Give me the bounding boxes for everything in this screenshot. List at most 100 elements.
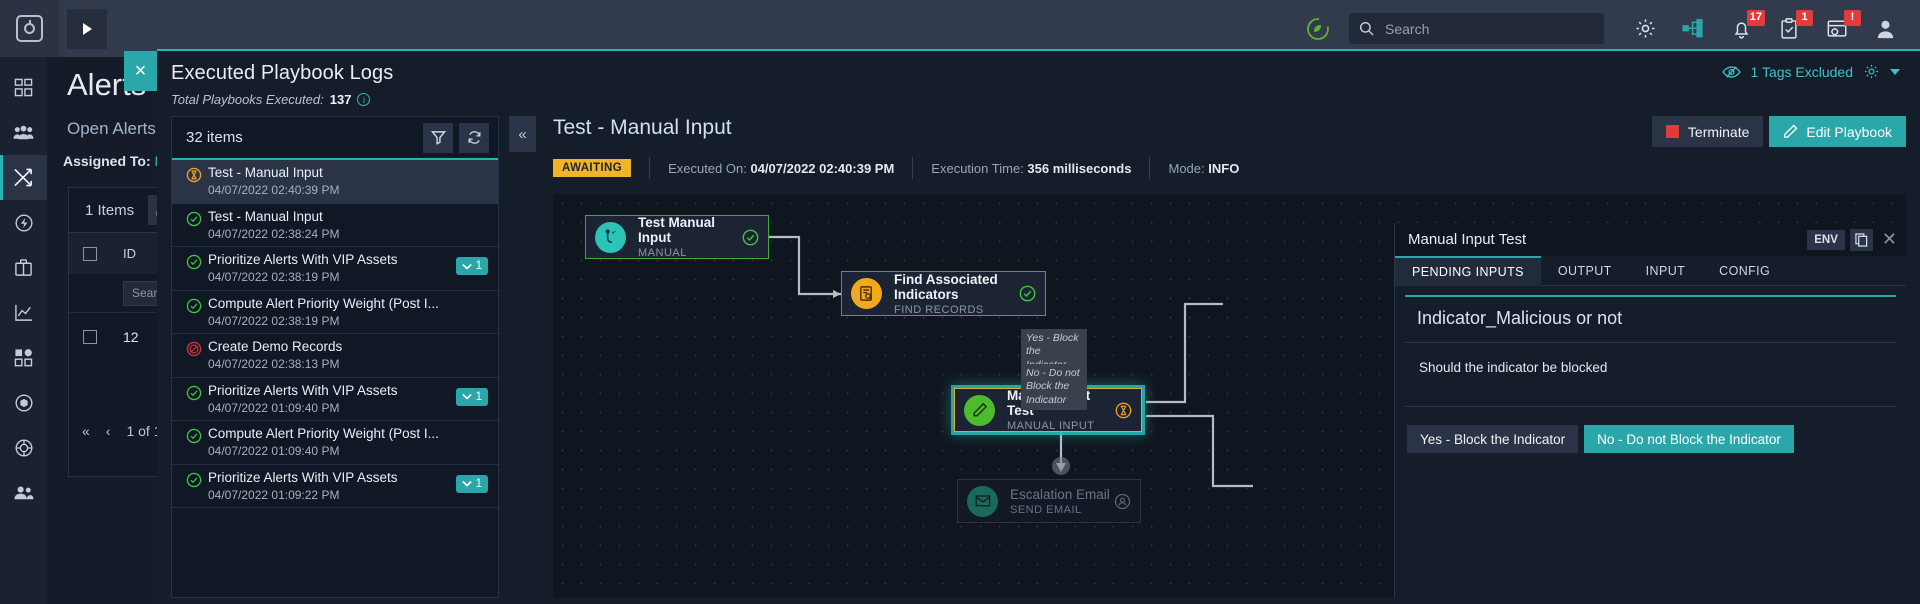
sidebar-item-threat-intel[interactable] <box>0 380 47 425</box>
tab-output[interactable]: OUTPUT <box>1541 256 1629 286</box>
success-status-icon <box>742 229 759 246</box>
list-item[interactable]: Prioritize Alerts With VIP Assets04/07/2… <box>172 247 498 291</box>
search-box[interactable] <box>1349 13 1604 44</box>
list-item[interactable]: Compute Alert Priority Weight (Post I...… <box>172 291 498 335</box>
list-item-status-icon <box>186 339 208 362</box>
dashboard-grid-icon <box>14 78 33 97</box>
list-item[interactable]: Test - Manual Input 04/07/2022 02:40:39 P… <box>172 160 498 204</box>
list-refresh-button[interactable] <box>459 123 489 153</box>
flow-node-test-manual-input[interactable]: Test Manual Input MANUAL <box>585 215 769 259</box>
clipboard-badge: 1 <box>1796 10 1813 26</box>
expand-arrow-icon[interactable] <box>67 9 107 49</box>
select-all-checkbox[interactable] <box>83 247 97 261</box>
sitemap-icon[interactable] <box>1680 16 1706 42</box>
info-icon[interactable]: i <box>357 93 370 106</box>
sidebar-item-playbooks[interactable] <box>0 155 47 200</box>
list-item-body: Test - Manual Input04/07/2022 02:38:24 P… <box>208 209 488 241</box>
pending-input-option-0[interactable]: Yes - Block the Indicator <box>1407 425 1578 453</box>
sidebar-item-cases[interactable] <box>0 245 47 290</box>
server-settings-icon[interactable]: ! <box>1824 16 1850 42</box>
chevron-down-icon <box>462 393 472 400</box>
list-item-body: Prioritize Alerts With VIP Assets04/07/2… <box>208 383 456 415</box>
failed-status-icon <box>186 341 202 357</box>
alerts-pagination: « ‹ 1 of 1 <box>68 423 162 439</box>
list-item-count-badge[interactable]: 1 <box>456 475 488 493</box>
pending-input-tabs[interactable]: PENDING INPUTSOUTPUTINPUTCONFIG <box>1395 256 1906 286</box>
list-item-status-icon <box>186 252 208 275</box>
list-item-status-icon <box>186 296 208 319</box>
copy-icon <box>1855 233 1868 247</box>
list-item-title: Test - Manual Input <box>208 165 444 180</box>
tab-config[interactable]: CONFIG <box>1702 256 1787 286</box>
list-item-date: 04/07/2022 01:09:40 PM <box>208 401 456 415</box>
close-icon[interactable]: ✕ <box>1882 229 1897 250</box>
execution-mode: Mode: INFO <box>1168 161 1239 176</box>
tags-excluded-control[interactable]: 1 Tags Excluded <box>1722 63 1900 80</box>
sidebar-item-dashboard[interactable] <box>0 65 47 110</box>
sidebar-item-users[interactable] <box>0 470 47 515</box>
hexagon-shield-icon <box>14 393 34 413</box>
sidebar-item-modules[interactable] <box>0 335 47 380</box>
list-item-date: 04/07/2022 02:40:39 PM <box>208 183 488 197</box>
total-value: 137 <box>330 92 352 107</box>
pager-prev-button[interactable]: ‹ <box>106 423 111 439</box>
chevron-down-icon <box>462 263 472 270</box>
collapse-left-icon[interactable]: « <box>509 116 536 152</box>
sidebar-item-automation[interactable] <box>0 200 47 245</box>
sidebar-item-connectors[interactable] <box>0 425 47 470</box>
app-root: 17 1 ! <box>0 0 1920 604</box>
list-item-count-badge[interactable]: 1 <box>456 388 488 406</box>
edit-playbook-button[interactable]: Edit Playbook <box>1769 116 1906 147</box>
list-item-date: 04/07/2022 01:09:22 PM <box>208 488 456 502</box>
executed-logs-list[interactable]: Test - Manual Input 04/07/2022 02:40:39 P… <box>172 158 498 599</box>
blocks-icon <box>14 348 33 367</box>
list-item-date: 04/07/2022 02:38:24 PM <box>208 227 488 241</box>
list-item-status-icon <box>186 426 208 449</box>
chevron-down-icon[interactable] <box>1890 69 1900 75</box>
clipboard-check-icon[interactable]: 1 <box>1776 16 1802 42</box>
pencil-icon <box>1783 124 1798 139</box>
user-avatar-icon[interactable] <box>1872 16 1898 42</box>
people-group-icon <box>13 125 34 141</box>
sidebar-item-teams[interactable] <box>0 110 47 155</box>
executed-logs-list-panel: 32 items Test - Manual Input <box>171 116 499 598</box>
gear-icon[interactable] <box>1632 16 1658 42</box>
flow-node-escalation-email[interactable]: Escalation Email SEND EMAIL <box>957 479 1141 523</box>
list-item[interactable]: Create Demo Records04/07/2022 02:38:13 P… <box>172 334 498 378</box>
shuffle-arrows-icon <box>13 167 34 188</box>
close-icon[interactable]: × <box>124 51 157 91</box>
lightning-bolt-icon <box>14 213 34 233</box>
list-item[interactable]: Compute Alert Priority Weight (Post I...… <box>172 421 498 465</box>
search-input[interactable] <box>1385 21 1585 37</box>
bell-icon[interactable]: 17 <box>1728 16 1754 42</box>
node-subtitle: MANUAL <box>638 247 742 259</box>
briefcase-icon <box>14 258 33 277</box>
list-item-count-badge[interactable]: 1 <box>456 257 488 275</box>
brand-logo-cell[interactable] <box>0 0 59 57</box>
list-item-status-icon <box>186 165 208 188</box>
list-item-body: Prioritize Alerts With VIP Assets04/07/2… <box>208 252 456 284</box>
pager-first-button[interactable]: « <box>82 423 90 439</box>
pending-input-option-1[interactable]: No - Do not Block the Indicator <box>1584 425 1794 453</box>
tab-input[interactable]: INPUT <box>1629 256 1703 286</box>
playbook-detail: « Test - Manual Input AWAITING Executed … <box>509 116 1906 598</box>
filter-button[interactable] <box>423 123 453 153</box>
list-item[interactable]: Prioritize Alerts With VIP Assets04/07/2… <box>172 378 498 422</box>
pending-input-options[interactable]: Yes - Block the IndicatorNo - Do not Blo… <box>1395 407 1906 453</box>
gear-icon[interactable] <box>1863 63 1880 80</box>
refresh-icon <box>467 130 482 145</box>
list-item[interactable]: Prioritize Alerts With VIP Assets04/07/2… <box>172 465 498 509</box>
node-title: Find Associated Indicators <box>894 272 1019 302</box>
flow-node-find-associated-indicators[interactable]: Find Associated Indicators FIND RECORDS <box>841 271 1046 316</box>
sidebar-item-reports[interactable] <box>0 290 47 335</box>
bell-badge: 17 <box>1747 10 1765 26</box>
row-checkbox[interactable] <box>83 330 97 344</box>
column-id: ID <box>123 246 136 261</box>
success-status-icon <box>186 298 202 314</box>
copy-button[interactable] <box>1850 229 1873 251</box>
terminate-button[interactable]: Terminate <box>1652 116 1763 147</box>
pencil-icon <box>964 395 995 426</box>
env-button[interactable]: ENV <box>1807 230 1845 250</box>
list-item[interactable]: Test - Manual Input04/07/2022 02:38:24 P… <box>172 204 498 248</box>
tab-pending-inputs[interactable]: PENDING INPUTS <box>1395 256 1541 286</box>
